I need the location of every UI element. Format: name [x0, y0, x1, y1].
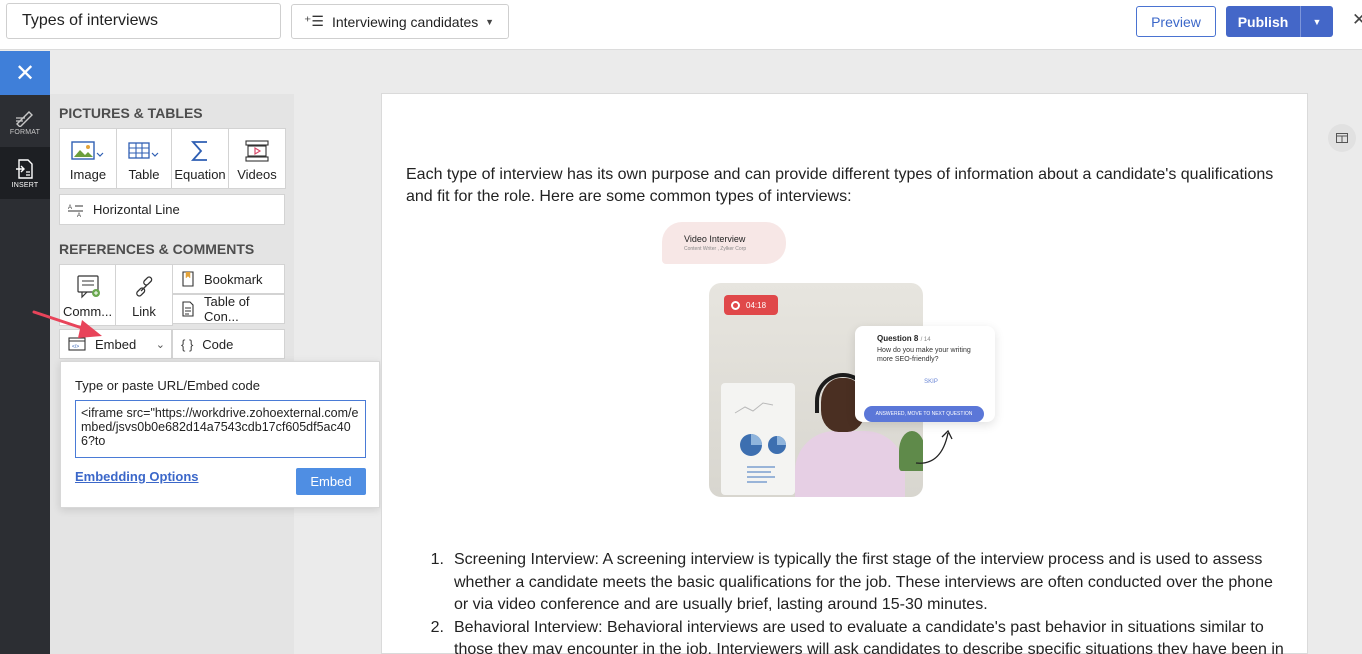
insert-icon — [16, 158, 33, 179]
rail-item-insert[interactable]: INSERT — [0, 147, 50, 199]
insert-toc-button[interactable]: Table of Con... — [172, 294, 285, 324]
bookmark-icon — [181, 271, 195, 287]
embed-code-label: Type or paste URL/Embed code — [75, 378, 260, 393]
curved-arrow-icon — [915, 429, 953, 464]
layout-toggle-icon[interactable] — [1328, 124, 1356, 152]
insert-videos-button[interactable]: Videos — [229, 129, 285, 188]
insert-bookmark-button[interactable]: Bookmark — [172, 264, 285, 294]
table-icon — [128, 142, 159, 159]
list-item-text: Screening Interview: A screening intervi… — [454, 551, 1273, 613]
references-comments-heading: REFERENCES & COMMENTS — [59, 241, 255, 257]
annotation-arrow-icon — [32, 310, 102, 338]
rail-item-format[interactable]: FORMAT — [0, 95, 50, 147]
record-icon — [731, 300, 740, 310]
code-braces-icon: { } — [181, 336, 194, 352]
embed-popup: Type or paste URL/Embed code <iframe src… — [60, 361, 380, 508]
tile-label-table: Table — [128, 167, 160, 182]
horizontal-line-button[interactable]: AA Horizontal Line — [59, 194, 285, 225]
close-icon[interactable]: ✕ — [1352, 10, 1362, 30]
rail-label-format: FORMAT — [9, 128, 41, 136]
table-of-contents-icon — [181, 301, 195, 317]
recording-badge: 04:18 — [724, 295, 778, 315]
pill-title: Video Interview — [684, 234, 746, 244]
chevron-down-icon: ▼ — [485, 16, 494, 27]
list-item-number: 1. — [430, 551, 444, 568]
tile-label-link: Link — [132, 304, 156, 319]
svg-text:A: A — [68, 205, 72, 211]
left-rail: ✕ FORMAT INSERT — [0, 51, 50, 654]
svg-text:A: A — [77, 213, 81, 217]
comment-icon — [76, 275, 100, 299]
video-interview-pill: Video Interview Content Writer , Zylker … — [662, 222, 786, 264]
category-list-icon: ⁺☰ — [304, 13, 324, 29]
tile-label-equation: Equation — [174, 167, 226, 182]
board-graphic-icon — [734, 402, 786, 483]
embed-submit-button[interactable]: Embed — [296, 468, 366, 495]
svg-text:</>: </> — [72, 344, 79, 350]
list-item: 2. Behavioral Interview: Behavioral inte… — [406, 617, 1286, 654]
toc-label: Table of Con... — [204, 294, 250, 324]
chart-board — [721, 383, 795, 495]
embedding-options-link[interactable]: Embedding Options — [75, 469, 199, 484]
embed-chevron-down-icon[interactable]: ⌄ — [156, 338, 165, 351]
horizontal-line-label: Horizontal Line — [93, 202, 180, 217]
bookmark-label: Bookmark — [204, 271, 263, 287]
recording-time: 04:18 — [746, 300, 767, 310]
list-item: 1. Screening Interview: A screening inte… — [406, 549, 1286, 617]
video-icon — [245, 140, 269, 162]
publish-menu-chevron-icon[interactable]: ▼ — [1301, 17, 1333, 27]
question-skip: SKIP — [924, 379, 938, 385]
preview-button[interactable]: Preview — [1136, 6, 1216, 37]
embed-code-input[interactable]: <iframe src="https://workdrive.zohoexter… — [75, 400, 366, 458]
tile-label-videos: Videos — [237, 167, 277, 182]
insert-equation-button[interactable]: Equation — [172, 129, 229, 188]
list-item-number: 2. — [430, 618, 444, 636]
question-title: Question 8 / 14 — [877, 334, 931, 343]
video-interview-illustration: Video Interview Content Writer , Zylker … — [662, 222, 1008, 512]
publish-button[interactable]: Publish ▼ — [1226, 6, 1333, 37]
insert-image-button[interactable]: Image — [60, 129, 117, 188]
horizontal-line-icon: AA — [68, 203, 84, 217]
document-intro-paragraph: Each type of interview has its own purpo… — [406, 166, 1274, 205]
format-icon — [16, 110, 33, 127]
pictures-tables-heading: PICTURES & TABLES — [59, 105, 203, 121]
insert-table-button[interactable]: Table — [117, 129, 172, 188]
top-bar: Types of interviews ⁺☰ Interviewing cand… — [0, 0, 1362, 50]
pill-subtitle: Content Writer , Zylker Corp — [684, 246, 747, 252]
pictures-tiles: Image Table Equation Videos — [59, 128, 286, 189]
rail-label-insert: INSERT — [11, 181, 39, 189]
category-select[interactable]: ⁺☰ Interviewing candidates ▼ — [291, 4, 509, 39]
document-list: 1. Screening Interview: A screening inte… — [406, 549, 1286, 654]
tile-label-image: Image — [69, 167, 107, 182]
question-text: How do you make your writing more SEO-fr… — [877, 347, 971, 363]
link-icon — [136, 276, 153, 297]
publish-label: Publish — [1237, 13, 1289, 30]
person-body — [795, 431, 905, 497]
next-question-button: ANSWERED, MOVE TO NEXT QUESTION — [864, 406, 984, 422]
sigma-icon — [190, 141, 207, 161]
close-panel-icon[interactable]: ✕ — [0, 51, 50, 95]
list-item-text: Behavioral Interview: Behavioral intervi… — [454, 618, 1284, 654]
article-title-input[interactable]: Types of interviews — [6, 3, 281, 39]
insert-link-button[interactable]: Link — [116, 265, 172, 325]
insert-code-button[interactable]: { } Code — [172, 329, 285, 359]
category-label: Interviewing candidates — [331, 13, 479, 30]
image-icon — [71, 141, 104, 160]
code-label: Code — [202, 336, 234, 352]
